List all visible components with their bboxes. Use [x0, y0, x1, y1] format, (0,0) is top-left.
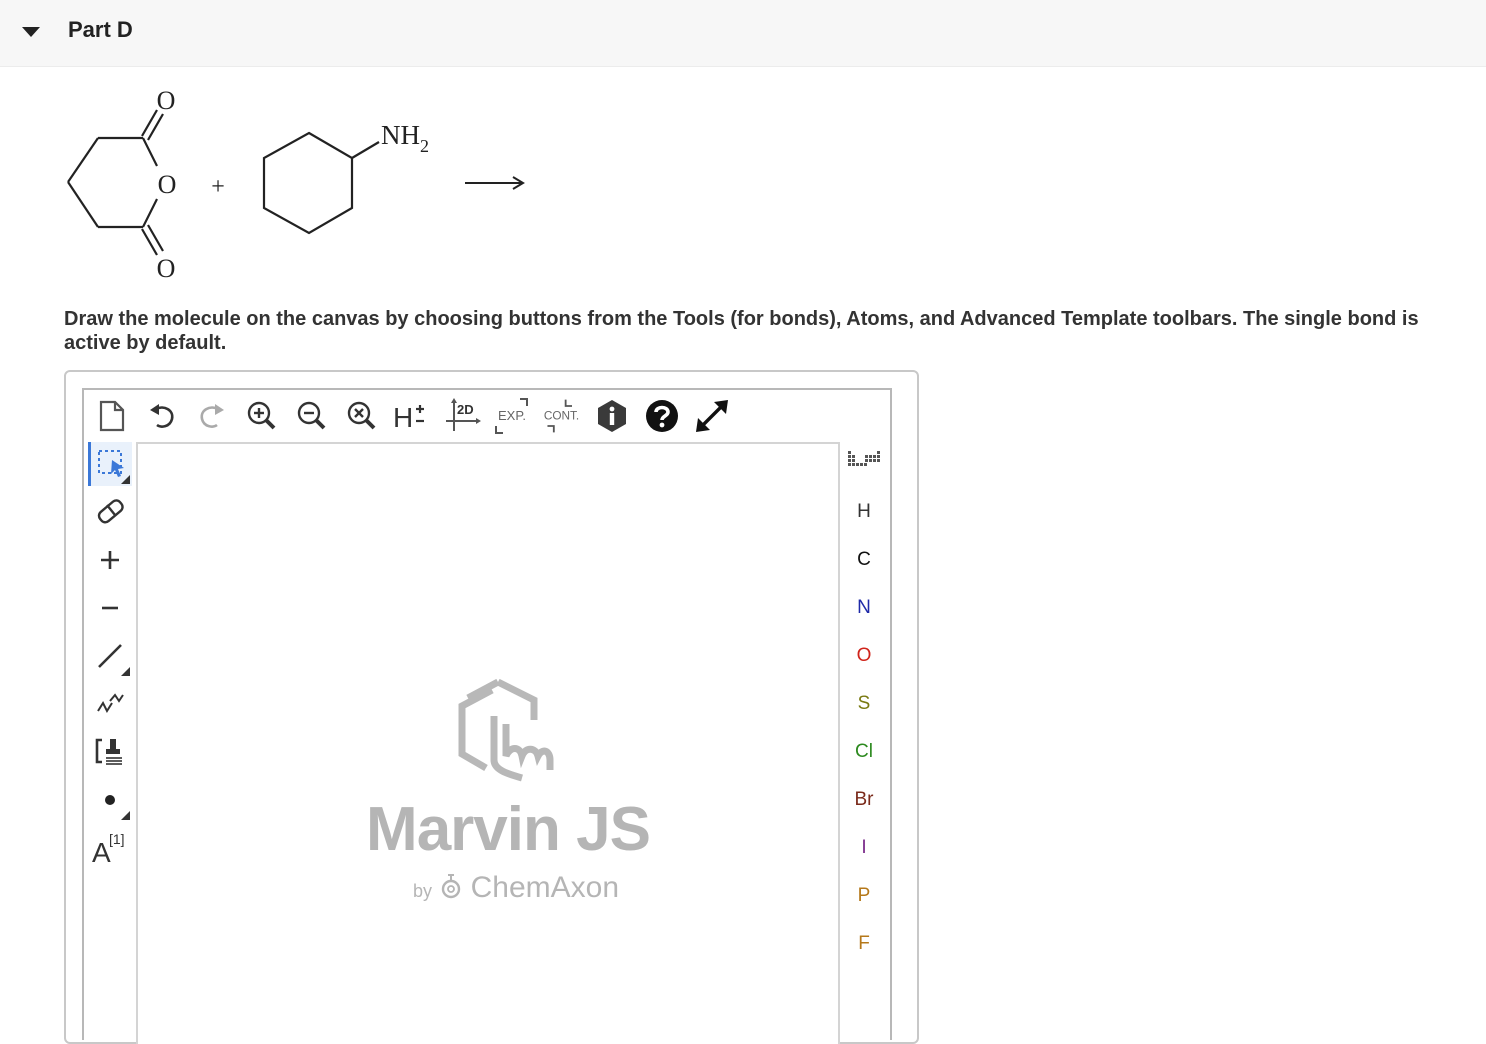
amine-group: NH2: [381, 120, 429, 156]
marvin-logo-icon: [458, 678, 554, 782]
expand-button[interactable]: EXP.: [492, 396, 532, 436]
minus-charge-icon: [102, 606, 118, 610]
undo-icon: [150, 404, 174, 428]
chemaxon-byline: by ChemAxon: [376, 871, 656, 905]
left-toolbar: A [1]: [84, 442, 136, 1042]
zoom-in-button[interactable]: [242, 396, 282, 436]
submenu-corner-icon: [121, 475, 130, 484]
clean-2d-button[interactable]: 2D: [442, 396, 482, 436]
amine-nh: NH: [381, 120, 420, 150]
reaction-arrow: [465, 176, 525, 190]
clean-2d-label: 2D: [457, 402, 474, 417]
negative-charge-button[interactable]: [88, 586, 132, 630]
bracket-icon: [95, 738, 122, 765]
by-label: by: [412, 881, 432, 901]
single-bond-button[interactable]: [88, 634, 132, 678]
reaction-scheme: O O O + NH2: [67, 86, 525, 283]
atom-map-superscript: [1]: [109, 831, 125, 847]
sgroup-bracket-button[interactable]: [88, 730, 132, 774]
hydrogens-label: H: [393, 402, 413, 433]
ring-oxygen: O: [158, 170, 177, 199]
undo-button[interactable]: [142, 396, 182, 436]
part-header[interactable]: Part D: [0, 0, 1486, 67]
carbonyl-oxygen-bottom: O: [157, 254, 176, 283]
periodic-table-button[interactable]: [840, 444, 888, 484]
positive-charge-button[interactable]: [88, 538, 132, 582]
amine-subscript: 2: [420, 136, 429, 156]
atom-button-h[interactable]: H: [840, 492, 888, 532]
atoms-toolbar: H C N O S Cl Br I P F: [840, 442, 888, 1042]
marvin-watermark: Marvin JS by ChemAxon: [358, 676, 658, 906]
marvin-editor: H 2D EXP. CONT. A [1] Marvin JS by ChemA…: [82, 388, 892, 1044]
eraser-tool-button[interactable]: [88, 490, 132, 534]
contract-icon: CONT.: [544, 399, 579, 433]
new-document-icon: [99, 400, 125, 432]
contract-label: CONT.: [544, 409, 579, 423]
atom-map-icon: A [1]: [92, 831, 125, 868]
radical-tool-button[interactable]: [88, 778, 132, 822]
redo-icon: [200, 404, 224, 428]
atom-button-cl[interactable]: Cl: [840, 732, 888, 772]
collapse-triangle-icon[interactable]: [18, 22, 44, 42]
atom-button-i[interactable]: I: [840, 828, 888, 868]
plus-sign: +: [211, 174, 225, 200]
expand-icon: EXP.: [495, 398, 528, 434]
plus-charge-icon: [101, 551, 119, 569]
marvin-js-title: Marvin JS: [366, 795, 651, 864]
fullscreen-arrows-icon: [696, 400, 728, 432]
part-title: Part D: [68, 17, 133, 42]
atom-map-button[interactable]: A [1]: [88, 826, 132, 870]
chain-icon: [97, 693, 124, 714]
hydrogens-button[interactable]: H: [390, 396, 430, 436]
new-document-button[interactable]: [92, 396, 132, 436]
help-button[interactable]: [642, 396, 682, 436]
eraser-icon: [97, 499, 124, 524]
atom-button-o[interactable]: O: [840, 636, 888, 676]
radical-dot-icon: [105, 795, 115, 805]
zoom-reset-button[interactable]: [342, 396, 382, 436]
zoom-in-icon: [247, 401, 276, 430]
atom-button-s[interactable]: S: [840, 684, 888, 724]
atom-button-br[interactable]: Br: [840, 780, 888, 820]
info-hexagon-icon: [598, 400, 626, 432]
help-icon: [646, 400, 678, 432]
top-toolbar: H 2D EXP. CONT.: [84, 390, 890, 442]
contract-button[interactable]: CONT.: [542, 396, 582, 436]
chemaxon-flask-icon: [442, 874, 461, 899]
reactant-glutaric-anhydride: [67, 109, 164, 256]
instructions-text: Draw the molecule on the canvas by choos…: [64, 308, 1419, 354]
selection-tool-button[interactable]: [88, 442, 132, 486]
atom-button-p[interactable]: P: [840, 876, 888, 916]
periodic-table-icon: [848, 451, 880, 466]
redo-button[interactable]: [192, 396, 232, 436]
atom-button-f[interactable]: F: [840, 924, 888, 964]
hydrogens-icon: H: [393, 402, 424, 433]
submenu-corner-icon: [121, 667, 130, 676]
submenu-corner-icon: [121, 811, 130, 820]
reactant-cyclohexylamine: [262, 131, 380, 235]
atom-button-n[interactable]: N: [840, 588, 888, 628]
zoom-out-icon: [297, 401, 326, 430]
info-button[interactable]: [592, 396, 632, 436]
carbonyl-oxygen-top: O: [157, 86, 176, 115]
chain-tool-button[interactable]: [88, 682, 132, 726]
drawing-canvas[interactable]: Marvin JS by ChemAxon: [136, 442, 840, 1044]
zoom-reset-icon: [347, 401, 376, 430]
fullscreen-button[interactable]: [692, 396, 732, 436]
expand-label: EXP.: [498, 408, 526, 423]
clean-2d-icon: 2D: [446, 398, 481, 431]
zoom-out-button[interactable]: [292, 396, 332, 436]
chemaxon-label: ChemAxon: [470, 871, 620, 904]
atom-button-c[interactable]: C: [840, 540, 888, 580]
